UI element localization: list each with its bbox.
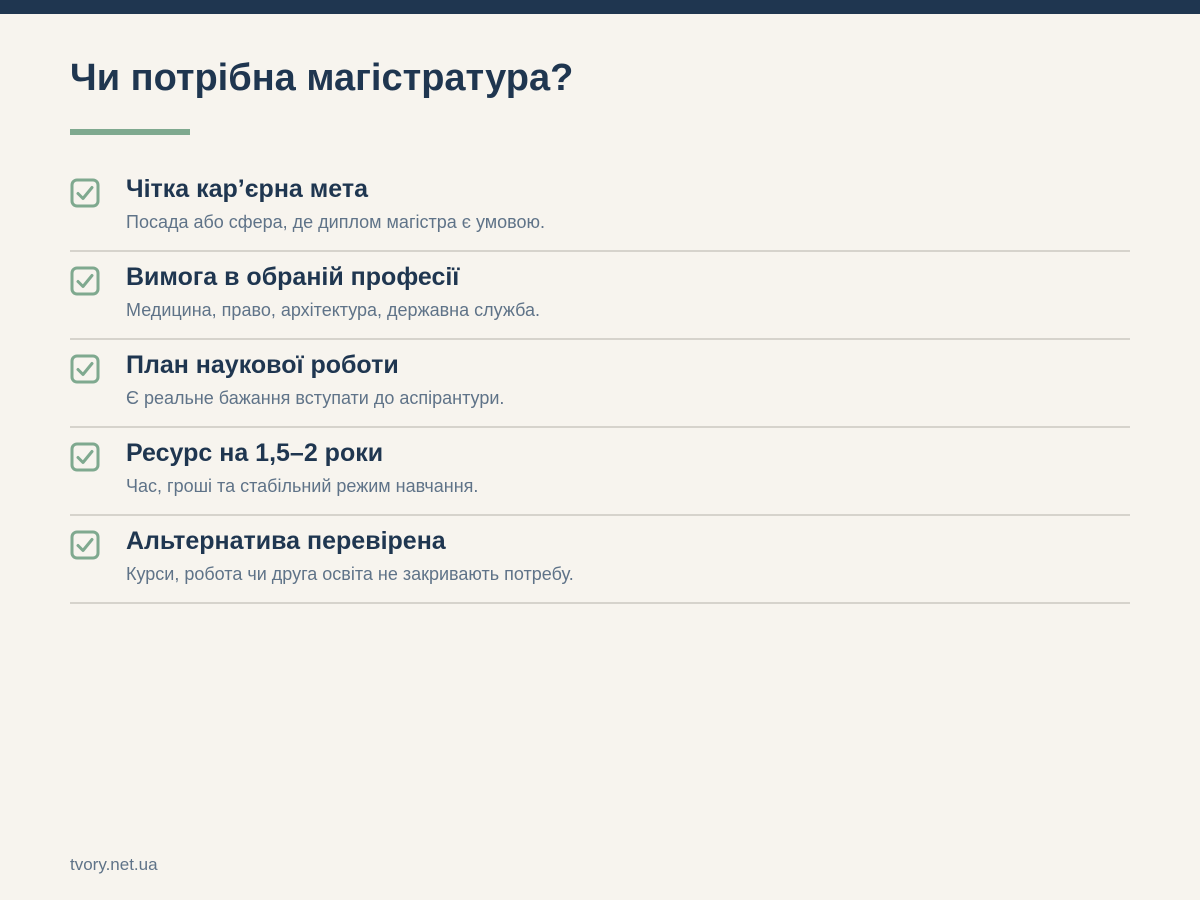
checklist-item-title: Альтернатива перевірена	[126, 527, 446, 555]
check-box-icon	[70, 178, 100, 208]
checklist-item-description: Посада або сфера, де диплом магістра є у…	[126, 212, 546, 232]
footer-source: tvory.net.ua	[70, 855, 158, 874]
checklist-item-description: Курси, робота чи друга освіта не закрива…	[126, 564, 574, 584]
check-box-icon	[70, 354, 100, 384]
checklist-item: Чітка кар’єрна мета Посада або сфера, де…	[70, 164, 1130, 252]
check-box-icon	[70, 442, 100, 472]
checklist-item: Ресурс на 1,5–2 роки Час, гроші та стабі…	[70, 428, 1130, 516]
checklist: Чітка кар’єрна мета Посада або сфера, де…	[70, 164, 1130, 604]
checklist-item: Альтернатива перевірена Курси, робота чи…	[70, 516, 1130, 604]
title-underline	[70, 129, 190, 135]
check-box-icon	[70, 266, 100, 296]
checklist-item-description: Є реальне бажання вступати до аспірантур…	[126, 388, 505, 408]
checklist-item-title: Вимога в обраній професії	[126, 263, 460, 291]
checklist-item-title: План наукової роботи	[126, 351, 399, 379]
checklist-item: План наукової роботи Є реальне бажання в…	[70, 340, 1130, 428]
check-box-icon	[70, 530, 100, 560]
top-accent-bar	[0, 0, 1200, 14]
checklist-item-description: Час, гроші та стабільний режим навчання.	[126, 476, 479, 496]
checklist-item: Вимога в обраній професії Медицина, прав…	[70, 252, 1130, 340]
page-title: Чи потрібна магістратура?	[70, 57, 574, 99]
checklist-item-title: Ресурс на 1,5–2 роки	[126, 439, 384, 467]
checklist-item-title: Чітка кар’єрна мета	[126, 175, 368, 203]
checklist-item-description: Медицина, право, архітектура, державна с…	[126, 300, 540, 320]
